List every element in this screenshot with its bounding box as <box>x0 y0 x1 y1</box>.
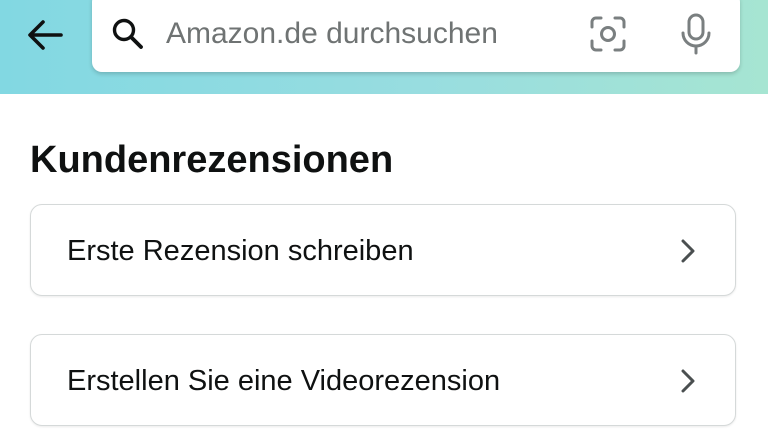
arrow-left-icon <box>28 20 63 50</box>
app-header <box>0 0 768 94</box>
microphone-button[interactable] <box>674 12 718 56</box>
video-review-label: Erstellen Sie eine Videorezension <box>67 365 501 397</box>
search-icon <box>112 18 143 49</box>
microphone-icon <box>681 13 711 55</box>
back-button[interactable] <box>22 12 68 58</box>
camera-scan-icon <box>590 16 626 52</box>
chevron-right-icon <box>681 369 695 393</box>
write-review-label: Erste Rezension schreiben <box>67 235 414 267</box>
search-bar[interactable] <box>92 0 740 72</box>
write-review-button[interactable]: Erste Rezension schreiben <box>30 204 736 296</box>
section-title: Kundenrezensionen <box>30 139 394 181</box>
video-review-button[interactable]: Erstellen Sie eine Videorezension <box>30 334 736 426</box>
search-input[interactable] <box>166 12 566 56</box>
camera-scan-button[interactable] <box>586 12 630 56</box>
chevron-right-icon <box>681 239 695 263</box>
